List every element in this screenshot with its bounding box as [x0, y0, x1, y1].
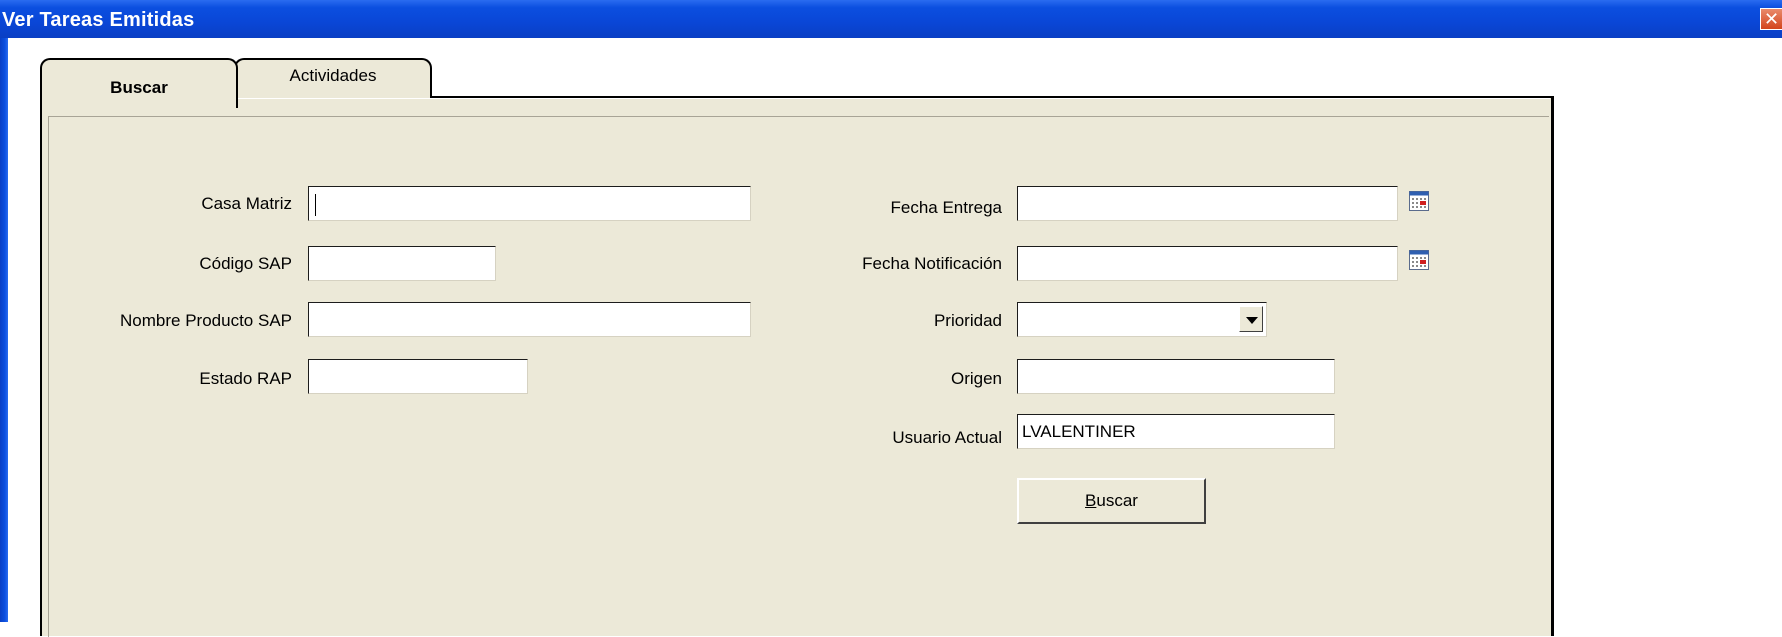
calendar-icon[interactable] — [1409, 191, 1429, 211]
window-frame-left — [0, 38, 8, 622]
panel-highlight — [42, 98, 1550, 99]
estado-rap-input[interactable] — [308, 359, 528, 394]
nombre-producto-sap-input[interactable] — [308, 302, 751, 337]
casa-matriz-label: Casa Matriz — [201, 194, 292, 213]
tab-actividades[interactable]: Actividades — [234, 58, 432, 98]
tab-buscar[interactable]: Buscar — [40, 58, 238, 108]
prioridad-select[interactable] — [1017, 302, 1267, 337]
calendar-icon[interactable] — [1409, 250, 1429, 270]
close-icon[interactable]: ✕ — [1760, 8, 1782, 30]
prioridad-label: Prioridad — [933, 311, 1002, 330]
fecha-entrega-input[interactable] — [1017, 186, 1398, 221]
estado-rap-label: Estado RAP — [199, 369, 292, 388]
search-button-label: uscar — [1096, 491, 1138, 510]
usuario-actual-label: Usuario Actual — [892, 428, 1002, 447]
fecha-entrega-label: Fecha Entrega — [890, 198, 1002, 217]
text-caret — [315, 193, 316, 216]
fecha-notificacion-input[interactable] — [1017, 246, 1398, 281]
codigo-sap-input[interactable] — [308, 246, 496, 281]
window-title: Ver Tareas Emitidas — [2, 9, 195, 31]
window-titlebar: Ver Tareas Emitidas ✕ — [0, 0, 1782, 38]
origen-input[interactable] — [1017, 359, 1335, 394]
usuario-actual-input[interactable]: LVALENTINER — [1017, 414, 1335, 449]
casa-matriz-input[interactable] — [308, 186, 751, 221]
origen-label: Origen — [950, 369, 1002, 388]
nombre-producto-sap-label: Nombre Producto SAP — [120, 311, 292, 330]
chevron-down-icon[interactable] — [1239, 306, 1263, 332]
codigo-sap-label: Código SAP — [199, 254, 292, 273]
search-button[interactable]: Buscar — [1017, 478, 1206, 524]
search-button-mnemonic: B — [1085, 491, 1097, 510]
fecha-notificacion-label: Fecha Notificación — [862, 254, 1002, 273]
